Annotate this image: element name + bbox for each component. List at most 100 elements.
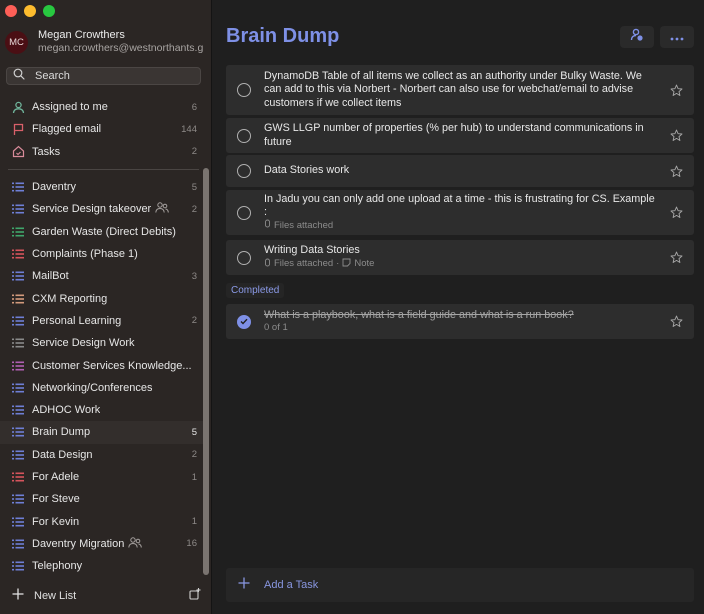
smart-lists: Assigned to me 6 Flagged email 144 Tasks… — [0, 96, 205, 163]
sidebar-item-label: ADHOC Work — [32, 404, 101, 417]
sidebar-item-mailbot[interactable]: MailBot 3 — [0, 265, 205, 287]
sidebar-item-label: Daventry — [32, 181, 77, 194]
search-input[interactable]: Search — [6, 67, 201, 85]
task-complete-checkbox[interactable] — [237, 250, 251, 265]
task-complete-checkbox[interactable] — [237, 83, 251, 97]
close-window-button[interactable] — [5, 5, 17, 17]
sidebar-item-count: 5 — [191, 181, 197, 193]
list-icon — [11, 225, 25, 239]
plus-icon — [12, 587, 24, 605]
task-steps: 0 of 1 — [264, 322, 288, 334]
sidebar-item-service-design-takeover[interactable]: Service Design takeover 2 — [0, 198, 205, 220]
sidebar-divider — [8, 169, 199, 170]
completed-task-item[interactable]: What is a playbook, what is a field guid… — [226, 304, 694, 339]
sidebar-item-count: 1 — [191, 471, 197, 483]
task-meta-text: Note — [354, 258, 375, 270]
sidebar-item-daventry-migration[interactable]: Daventry Migration 16 — [0, 533, 205, 555]
sidebar-item-count: 144 — [181, 123, 197, 135]
app-window: MC Megan Crowthers megan.crowthers@westn… — [0, 0, 704, 614]
star-icon[interactable] — [668, 251, 684, 264]
home-icon — [11, 145, 25, 159]
task-complete-checkbox[interactable] — [237, 164, 251, 178]
star-icon[interactable] — [668, 84, 684, 97]
task-item[interactable]: Data Stories work — [226, 155, 694, 187]
sidebar-item-cxm-reporting[interactable]: CXM Reporting — [0, 287, 205, 309]
more-options-button[interactable] — [660, 26, 694, 48]
star-icon[interactable] — [668, 129, 684, 142]
new-group-icon[interactable] — [189, 587, 201, 605]
sidebar-item-brain-dump[interactable]: Brain Dump 5 — [0, 421, 205, 444]
sidebar-item-daventry[interactable]: Daventry 5 — [0, 176, 205, 198]
sidebar-item-label-wrap: CXM Reporting — [32, 293, 193, 305]
task-meta-text: Files attached — [274, 219, 334, 231]
list-icon — [11, 247, 25, 261]
sidebar-item-label: Assigned to me — [32, 101, 108, 114]
sidebar-item-personal-learning[interactable]: Personal Learning 2 — [0, 310, 205, 332]
page-title: Brain Dump — [226, 25, 340, 47]
shared-people-icon — [128, 537, 143, 551]
sidebar-item-label: For Steve — [32, 493, 80, 506]
sidebar-item-label: Tasks — [32, 145, 61, 158]
sidebar-item-label: Networking/Conferences — [32, 381, 153, 394]
sidebar-item-label-wrap: ADHOC Work — [32, 404, 193, 416]
sidebar-scrollbar[interactable] — [203, 168, 209, 575]
sidebar-item-for-steve[interactable]: For Steve — [0, 488, 205, 510]
task-item[interactable]: In Jadu you can only add one upload at a… — [226, 190, 694, 235]
sidebar-item-label-wrap: For Steve — [32, 493, 193, 505]
minimize-window-button[interactable] — [24, 5, 36, 17]
star-icon[interactable] — [668, 315, 684, 328]
list-icon — [11, 202, 25, 216]
sidebar-item-data-design[interactable]: Data Design 2 — [0, 444, 205, 466]
meta-separator: · — [336, 258, 340, 270]
sidebar-item-customer-services-knowledge[interactable]: Customer Services Knowledge... — [0, 354, 205, 376]
sidebar-item-label: Service Design Work — [32, 337, 135, 350]
sidebar-item-label: Customer Services Knowledge... — [32, 359, 192, 372]
sidebar-item-service-design-work[interactable]: Service Design Work — [0, 332, 205, 354]
task-complete-checkbox[interactable] — [237, 128, 251, 143]
star-icon[interactable] — [668, 206, 684, 219]
task-complete-checkbox[interactable] — [237, 205, 251, 220]
sidebar-item-label-wrap: Data Design — [32, 449, 188, 461]
share-list-button[interactable] — [620, 26, 654, 48]
task-item[interactable]: GWS LLGP number of properties (% per hub… — [226, 118, 694, 153]
sidebar-item-label-wrap: For Adele — [32, 471, 188, 483]
task-item[interactable]: DynamoDB Table of all items we collect a… — [226, 65, 694, 115]
account-name: Megan Crowthers — [38, 29, 125, 41]
maximize-window-button[interactable] — [43, 5, 55, 17]
completed-toggle[interactable]: Completed — [226, 283, 285, 298]
sidebar-item-garden-waste-direct-debits[interactable]: Garden Waste (Direct Debits) — [0, 221, 205, 243]
new-list-button[interactable]: New List — [12, 586, 201, 606]
sidebar-item-count: 2 — [191, 203, 197, 215]
sidebar-item-label: Brain Dump — [32, 426, 91, 439]
sidebar-item-telephony[interactable]: Telephony — [0, 555, 205, 577]
sidebar-item-label: Telephony — [32, 560, 83, 573]
sidebar-item-complaints-phase-1[interactable]: Complaints (Phase 1) — [0, 243, 205, 265]
add-task-input[interactable]: Add a Task — [226, 568, 694, 602]
sidebar-item-adhoc-work[interactable]: ADHOC Work — [0, 399, 205, 421]
sidebar-item-flagged-email[interactable]: Flagged email 144 — [0, 118, 205, 140]
sidebar-item-networking-conferences[interactable]: Networking/Conferences — [0, 377, 205, 399]
sidebar: MC Megan Crowthers megan.crowthers@westn… — [0, 0, 212, 614]
sidebar-item-label: Service Design takeover — [32, 203, 152, 216]
star-icon[interactable] — [668, 165, 684, 178]
list-icon — [11, 269, 25, 283]
share-person-icon — [630, 28, 644, 47]
sidebar-item-label-wrap: Complaints (Phase 1) — [32, 248, 193, 260]
sidebar-item-for-adele[interactable]: For Adele 1 — [0, 466, 205, 488]
list-icon — [11, 515, 25, 529]
sidebar-item-label: Flagged email — [32, 123, 102, 136]
list-icon — [11, 314, 25, 328]
sidebar-item-count: 2 — [191, 449, 197, 461]
task-complete-checkbox[interactable] — [237, 314, 251, 329]
task-meta: Files attached — [264, 219, 658, 232]
task-title: Data Stories work — [264, 164, 350, 177]
sidebar-item-for-kevin[interactable]: For Kevin 1 — [0, 510, 205, 532]
main-pane: Brain Dump DynamoDB Table of all items w… — [212, 0, 704, 614]
task-item[interactable]: Writing Data Stories Files attached · Note — [226, 240, 694, 275]
sidebar-item-label-wrap: Daventry Migration — [32, 537, 182, 551]
sidebar-item-count: 6 — [191, 101, 197, 113]
sidebar-item-tasks[interactable]: Tasks 2 — [0, 141, 205, 163]
account-header[interactable]: MC Megan Crowthers megan.crowthers@westn… — [5, 29, 203, 55]
shared-people-icon — [155, 202, 170, 216]
sidebar-item-assigned-to-me[interactable]: Assigned to me 6 — [0, 96, 205, 118]
